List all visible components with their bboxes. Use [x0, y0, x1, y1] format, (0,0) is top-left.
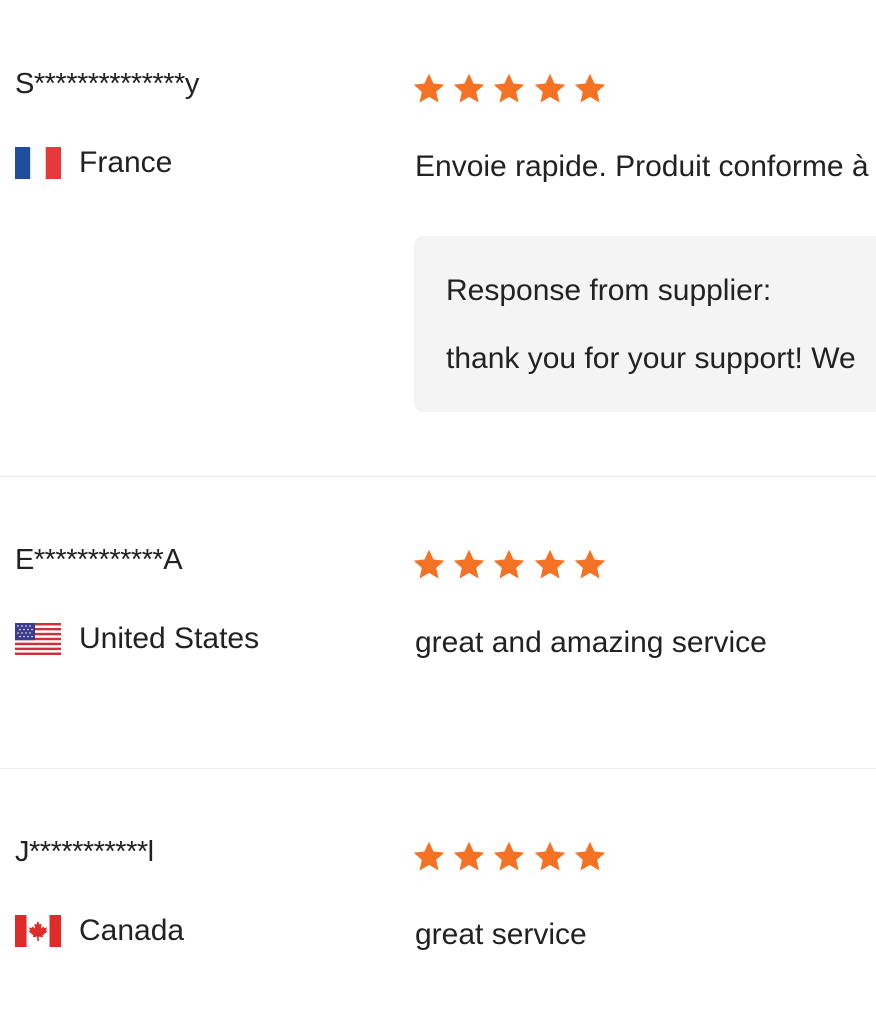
- star-icon: [453, 841, 485, 871]
- star-rating: [412, 548, 613, 582]
- reviewer-country: Canada: [15, 914, 184, 948]
- star-icon: [534, 549, 565, 579]
- star-icon: [494, 73, 525, 103]
- star-icon: [534, 73, 565, 103]
- reviewer-country: France: [15, 146, 172, 180]
- star-icon: [494, 549, 525, 579]
- star-icon: [574, 841, 606, 871]
- review-text: great and amazing service: [415, 626, 767, 659]
- canada-flag-icon: [15, 915, 61, 947]
- star-rating: [412, 840, 613, 874]
- star-icon: [413, 841, 445, 871]
- star-rating: [412, 72, 613, 106]
- reviewer-name: J***********l: [15, 836, 154, 868]
- country-name: France: [79, 146, 173, 179]
- star-icon: [574, 73, 606, 103]
- review-text: Envoie rapide. Produit conforme à: [415, 150, 869, 183]
- star-icon: [413, 549, 445, 579]
- response-title: Response from supplier:: [446, 274, 772, 307]
- response-text: thank you for your support! We: [446, 342, 856, 375]
- supplier-response: Response from supplier: thank you for yo…: [414, 236, 876, 412]
- country-name: Canada: [79, 914, 185, 947]
- reviewer-name: E************A: [15, 544, 183, 576]
- star-icon: [453, 73, 485, 103]
- review-text: great service: [415, 918, 587, 951]
- reviewer-name: S**************y: [15, 68, 199, 100]
- divider: [0, 768, 876, 769]
- usa-flag-icon: [15, 623, 61, 655]
- reviewer-country: United States: [15, 622, 259, 656]
- star-icon: [453, 549, 485, 579]
- divider: [0, 476, 876, 477]
- star-icon: [413, 73, 445, 103]
- star-icon: [534, 841, 565, 871]
- star-icon: [574, 549, 606, 579]
- france-flag-icon: [15, 147, 61, 179]
- country-name: United States: [79, 622, 260, 655]
- star-icon: [494, 841, 525, 871]
